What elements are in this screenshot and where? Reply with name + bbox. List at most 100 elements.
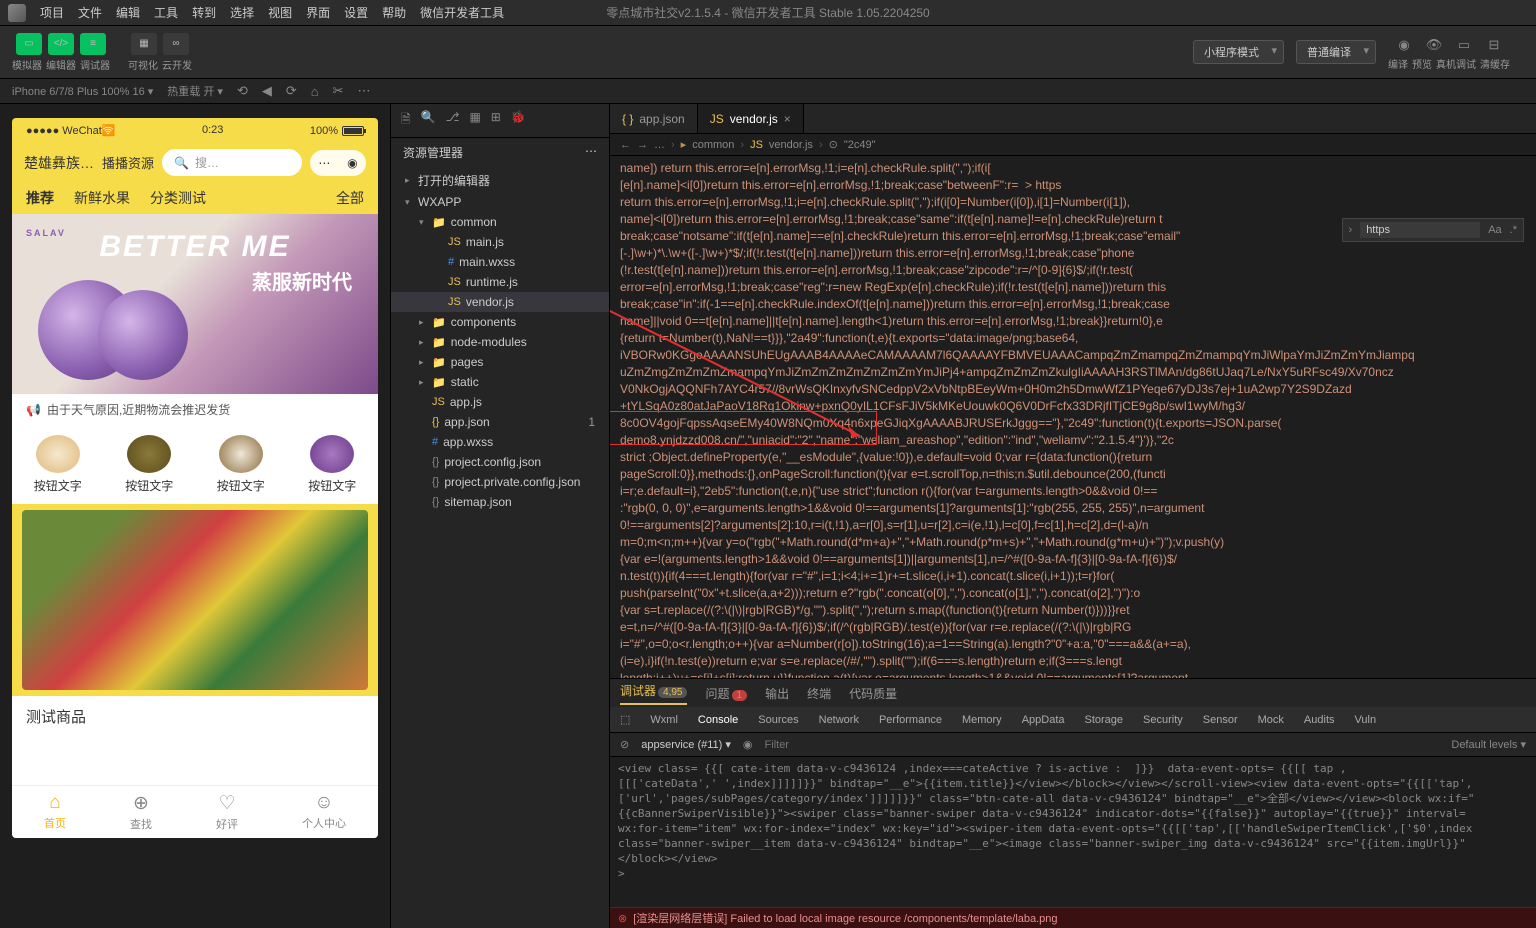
- clear-cache-icon[interactable]: ⊟: [1483, 34, 1505, 56]
- root-folder[interactable]: ▾WXAPP: [391, 192, 609, 212]
- tabbar-like[interactable]: ♡好评: [216, 792, 238, 832]
- search-input[interactable]: 🔍搜…: [162, 149, 302, 176]
- devtab-security[interactable]: Security: [1143, 714, 1183, 726]
- action-label[interactable]: 播播资源: [102, 153, 154, 172]
- grid-item[interactable]: 按钮文字: [125, 435, 173, 494]
- devtab-audits[interactable]: Audits: [1304, 714, 1335, 726]
- devtab-performance[interactable]: Performance: [879, 714, 942, 726]
- grid-item[interactable]: 按钮文字: [34, 435, 82, 494]
- cut-icon[interactable]: ✂: [333, 83, 344, 99]
- visual-button[interactable]: ▦: [131, 33, 157, 55]
- tabbar-find[interactable]: ⊕查找: [130, 792, 152, 832]
- nav-back-icon[interactable]: ←: [620, 139, 631, 151]
- git-icon[interactable]: ⎇: [446, 110, 460, 131]
- devtab-wxml[interactable]: Wxml: [650, 714, 678, 726]
- tree-node[interactable]: ▸📁static: [391, 372, 609, 392]
- files-icon[interactable]: 🗎: [401, 110, 411, 131]
- tree-node[interactable]: {}app.json1: [391, 412, 609, 432]
- menu-help[interactable]: 帮助: [382, 4, 406, 21]
- tab-debugger[interactable]: 调试器4,95: [620, 682, 687, 705]
- compile-icon[interactable]: ◉: [1393, 34, 1415, 56]
- tree-node[interactable]: JSmain.js: [391, 232, 609, 252]
- context-select[interactable]: appservice (#11) ▾: [641, 738, 731, 751]
- tree-node[interactable]: JSvendor.js: [391, 292, 609, 312]
- menu-tools[interactable]: 工具: [154, 4, 178, 21]
- capsule-button[interactable]: ⋯◉: [310, 150, 366, 176]
- tab-terminal[interactable]: 终端: [807, 685, 831, 702]
- devtab-appdata[interactable]: AppData: [1022, 714, 1065, 726]
- menu-ui[interactable]: 界面: [306, 4, 330, 21]
- tree-node[interactable]: #app.wxss: [391, 432, 609, 452]
- tab-app-json[interactable]: { }app.json: [610, 104, 698, 133]
- refresh-icon[interactable]: ⟳: [286, 83, 297, 99]
- console-output[interactable]: <view class= {{[ cate-item data-v-c94361…: [610, 757, 1536, 907]
- match-case-icon[interactable]: Aa: [1488, 224, 1501, 236]
- menu-select[interactable]: 选择: [230, 4, 254, 21]
- tab-output[interactable]: 输出: [765, 685, 789, 702]
- devtab-sensor[interactable]: Sensor: [1203, 714, 1238, 726]
- tabbar-profile[interactable]: ☺个人中心: [302, 792, 346, 832]
- debugger-button[interactable]: ≡: [80, 33, 106, 55]
- close-icon[interactable]: ×: [784, 112, 791, 126]
- tree-node[interactable]: ▸📁node-modules: [391, 332, 609, 352]
- ext-icon[interactable]: ▦: [469, 110, 480, 131]
- tree-node[interactable]: JSruntime.js: [391, 272, 609, 292]
- tree-node[interactable]: {}project.config.json: [391, 452, 609, 472]
- promo-image[interactable]: [22, 510, 368, 690]
- nav-fwd-icon[interactable]: →: [637, 139, 648, 151]
- preview-icon[interactable]: 👁: [1423, 34, 1445, 56]
- clear-icon[interactable]: ⊘: [620, 738, 629, 751]
- search-icon[interactable]: 🔍: [421, 110, 436, 131]
- tree-node[interactable]: {}project.private.config.json: [391, 472, 609, 492]
- more-icon[interactable]: ⋯: [358, 83, 371, 99]
- tab-quality[interactable]: 代码质量: [849, 685, 897, 702]
- menu-goto[interactable]: 转到: [192, 4, 216, 21]
- regex-icon[interactable]: .*: [1510, 224, 1517, 236]
- tree-node[interactable]: JSapp.js: [391, 392, 609, 412]
- rotate-icon[interactable]: ⟲: [237, 83, 248, 99]
- compile-select[interactable]: 普通编译: [1296, 40, 1376, 64]
- tab-recommend[interactable]: 推荐: [26, 188, 54, 208]
- filter-input[interactable]: [765, 739, 1440, 751]
- tabbar-home[interactable]: ⌂首页: [44, 792, 66, 832]
- tree-node[interactable]: #main.wxss: [391, 252, 609, 272]
- banner-image[interactable]: SALAV BETTER ME 蒸服新时代: [12, 214, 378, 394]
- devtab-vuln[interactable]: Vuln: [1355, 714, 1377, 726]
- mode-select[interactable]: 小程序模式: [1193, 40, 1284, 64]
- menu-edit[interactable]: 编辑: [116, 4, 140, 21]
- device-select[interactable]: iPhone 6/7/8 Plus 100% 16: [12, 85, 153, 98]
- tab-category[interactable]: 分类测试: [150, 188, 206, 208]
- devtab-network[interactable]: Network: [819, 714, 859, 726]
- tab-problems[interactable]: 问题1: [705, 685, 747, 702]
- hotreload-select[interactable]: 热重载 开: [167, 83, 223, 99]
- open-editors-section[interactable]: ▸打开的编辑器: [391, 169, 609, 192]
- inspect-icon[interactable]: ⬚: [620, 713, 630, 726]
- menu-settings[interactable]: 设置: [344, 4, 368, 21]
- grid-item[interactable]: 按钮文字: [308, 435, 356, 494]
- tree-node[interactable]: ▾📁common: [391, 212, 609, 232]
- menu-file[interactable]: 文件: [78, 4, 102, 21]
- menu-view[interactable]: 视图: [268, 4, 292, 21]
- back-icon[interactable]: ◀: [262, 83, 272, 99]
- levels-select[interactable]: Default levels ▾: [1451, 738, 1526, 751]
- devtab-sources[interactable]: Sources: [758, 714, 798, 726]
- devtab-storage[interactable]: Storage: [1085, 714, 1124, 726]
- tree-node[interactable]: ▸📁pages: [391, 352, 609, 372]
- devtab-memory[interactable]: Memory: [962, 714, 1002, 726]
- more-icon[interactable]: ⊞: [491, 110, 501, 131]
- city-label[interactable]: 楚雄彝族…: [24, 153, 94, 173]
- grid-item[interactable]: 按钮文字: [217, 435, 265, 494]
- devtab-mock[interactable]: Mock: [1258, 714, 1284, 726]
- devtab-console[interactable]: Console: [698, 714, 738, 726]
- tab-fruit[interactable]: 新鲜水果: [74, 188, 130, 208]
- simulator-button[interactable]: ▭: [16, 33, 42, 55]
- tree-node[interactable]: ▸📁components: [391, 312, 609, 332]
- menu-project[interactable]: 项目: [40, 4, 64, 21]
- menu-devtools[interactable]: 微信开发者工具: [420, 4, 504, 21]
- bug-icon[interactable]: 🐞: [511, 110, 526, 131]
- remote-debug-icon[interactable]: ▭: [1453, 34, 1475, 56]
- home-icon[interactable]: ⌂: [311, 84, 319, 99]
- cloud-button[interactable]: ∞: [163, 33, 189, 55]
- tab-all[interactable]: 全部: [336, 188, 364, 208]
- tree-node[interactable]: {}sitemap.json: [391, 492, 609, 512]
